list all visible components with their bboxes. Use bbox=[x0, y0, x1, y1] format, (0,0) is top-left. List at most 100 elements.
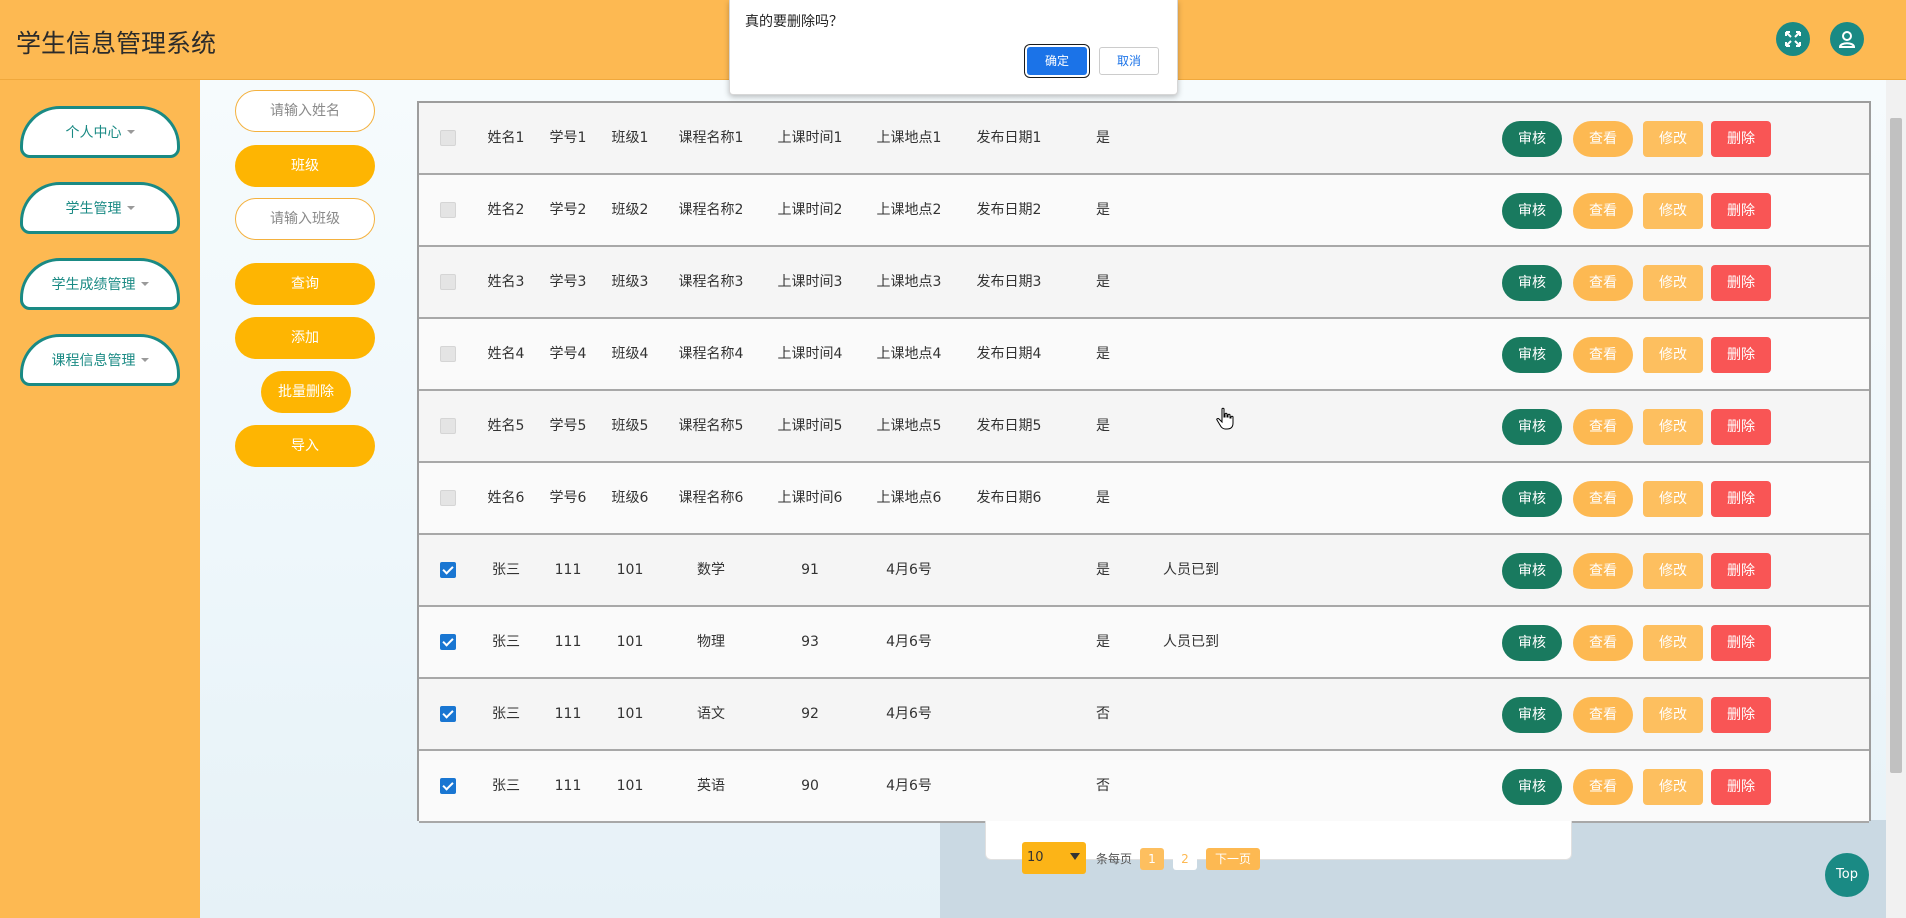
edit-button[interactable]: 修改 bbox=[1643, 625, 1703, 661]
cell-student-id: 学号5 bbox=[549, 418, 587, 434]
row-checkbox[interactable] bbox=[440, 490, 456, 506]
cell-place: 4月6号 bbox=[886, 562, 932, 578]
query-button[interactable]: 查询 bbox=[235, 263, 375, 305]
edit-button[interactable]: 修改 bbox=[1643, 409, 1703, 445]
view-button[interactable]: 查看 bbox=[1573, 121, 1633, 157]
view-button[interactable]: 查看 bbox=[1573, 337, 1633, 373]
sidebar-item-personal-center[interactable]: 个人中心 bbox=[20, 106, 180, 158]
edit-button[interactable]: 修改 bbox=[1643, 697, 1703, 733]
delete-button[interactable]: 删除 bbox=[1711, 337, 1771, 373]
review-button[interactable]: 审核 bbox=[1502, 409, 1562, 445]
cell-flag: 是 bbox=[1096, 490, 1110, 506]
class-search-input[interactable]: 请输入班级 bbox=[235, 198, 375, 240]
add-button[interactable]: 添加 bbox=[235, 317, 375, 359]
edit-button[interactable]: 修改 bbox=[1643, 769, 1703, 805]
row-checkbox[interactable] bbox=[440, 130, 456, 146]
cell-name: 张三 bbox=[492, 778, 520, 794]
page-2-button[interactable]: 2 bbox=[1173, 848, 1197, 870]
review-button[interactable]: 审核 bbox=[1502, 625, 1562, 661]
view-button[interactable]: 查看 bbox=[1573, 481, 1633, 517]
view-button[interactable]: 查看 bbox=[1573, 553, 1633, 589]
delete-button[interactable]: 删除 bbox=[1711, 481, 1771, 517]
edit-button[interactable]: 修改 bbox=[1643, 553, 1703, 589]
review-button[interactable]: 审核 bbox=[1502, 769, 1562, 805]
user-button[interactable] bbox=[1830, 22, 1864, 56]
cell-name: 张三 bbox=[492, 562, 520, 578]
caret-down-icon bbox=[126, 206, 135, 210]
view-button[interactable]: 查看 bbox=[1573, 409, 1633, 445]
batch-delete-button[interactable]: 批量删除 bbox=[261, 371, 351, 413]
cell-time: 上课时间3 bbox=[777, 274, 843, 290]
row-checkbox[interactable] bbox=[440, 562, 456, 578]
fullscreen-button[interactable] bbox=[1776, 22, 1810, 56]
edit-button[interactable]: 修改 bbox=[1643, 265, 1703, 301]
page-1-button[interactable]: 1 bbox=[1140, 848, 1164, 870]
delete-button[interactable]: 删除 bbox=[1711, 121, 1771, 157]
back-to-top-button[interactable]: Top bbox=[1825, 853, 1869, 897]
cell-place: 上课地点3 bbox=[876, 274, 942, 290]
edit-button[interactable]: 修改 bbox=[1643, 193, 1703, 229]
scrollbar-thumb[interactable] bbox=[1890, 118, 1902, 773]
review-button[interactable]: 审核 bbox=[1502, 193, 1562, 229]
view-button[interactable]: 查看 bbox=[1573, 697, 1633, 733]
cell-class: 班级1 bbox=[611, 130, 649, 146]
page-size-select[interactable]: 10 bbox=[1022, 842, 1086, 874]
dropdown-arrow-icon bbox=[1070, 853, 1080, 860]
view-button[interactable]: 查看 bbox=[1573, 625, 1633, 661]
confirm-button[interactable]: 确定 bbox=[1027, 47, 1087, 75]
sidebar-item-course-management[interactable]: 课程信息管理 bbox=[20, 334, 180, 386]
edit-button[interactable]: 修改 bbox=[1643, 337, 1703, 373]
cell-flag: 否 bbox=[1096, 778, 1110, 794]
delete-button[interactable]: 删除 bbox=[1711, 265, 1771, 301]
cell-course: 课程名称5 bbox=[678, 418, 744, 434]
name-search-input[interactable]: 请输入姓名 bbox=[235, 90, 375, 132]
cell-name: 张三 bbox=[492, 634, 520, 650]
cell-name: 姓名6 bbox=[487, 490, 525, 506]
cell-student-id: 学号4 bbox=[549, 346, 587, 362]
delete-button[interactable]: 删除 bbox=[1711, 697, 1771, 733]
review-button[interactable]: 审核 bbox=[1502, 265, 1562, 301]
row-checkbox[interactable] bbox=[440, 778, 456, 794]
delete-button[interactable]: 删除 bbox=[1711, 769, 1771, 805]
review-button[interactable]: 审核 bbox=[1502, 481, 1562, 517]
row-checkbox[interactable] bbox=[440, 418, 456, 434]
cell-class: 班级3 bbox=[611, 274, 649, 290]
sidebar-item-student-management[interactable]: 学生管理 bbox=[20, 182, 180, 234]
row-checkbox[interactable] bbox=[440, 274, 456, 290]
cell-place: 上课地点6 bbox=[876, 490, 942, 506]
view-button[interactable]: 查看 bbox=[1573, 265, 1633, 301]
row-checkbox[interactable] bbox=[440, 202, 456, 218]
cell-flag: 是 bbox=[1096, 202, 1110, 218]
view-button[interactable]: 查看 bbox=[1573, 769, 1633, 805]
review-button[interactable]: 审核 bbox=[1502, 697, 1562, 733]
review-button[interactable]: 审核 bbox=[1502, 337, 1562, 373]
row-checkbox[interactable] bbox=[440, 346, 456, 362]
cell-place: 上课地点4 bbox=[876, 346, 942, 362]
delete-button[interactable]: 删除 bbox=[1711, 409, 1771, 445]
class-label-button[interactable]: 班级 bbox=[235, 145, 375, 187]
delete-button[interactable]: 删除 bbox=[1711, 625, 1771, 661]
sidebar-item-score-management[interactable]: 学生成绩管理 bbox=[20, 258, 180, 310]
course-table: 姓名1 学号1 班级1 课程名称1 上课时间1 上课地点1 发布日期1 是审核 查看 修改 删除 姓名… bbox=[417, 101, 1871, 823]
delete-button[interactable]: 删除 bbox=[1711, 553, 1771, 589]
cancel-button[interactable]: 取消 bbox=[1099, 47, 1159, 75]
cell-time: 上课时间6 bbox=[777, 490, 843, 506]
cell-time: 上课时间1 bbox=[777, 130, 843, 146]
row-checkbox[interactable] bbox=[440, 634, 456, 650]
view-button[interactable]: 查看 bbox=[1573, 193, 1633, 229]
cell-class: 班级5 bbox=[611, 418, 649, 434]
review-button[interactable]: 审核 bbox=[1502, 121, 1562, 157]
cell-flag: 是 bbox=[1096, 274, 1110, 290]
edit-button[interactable]: 修改 bbox=[1643, 481, 1703, 517]
delete-button[interactable]: 删除 bbox=[1711, 193, 1771, 229]
next-page-button[interactable]: 下一页 bbox=[1206, 848, 1260, 870]
review-button[interactable]: 审核 bbox=[1502, 553, 1562, 589]
cell-student-id: 学号2 bbox=[549, 202, 587, 218]
row-checkbox[interactable] bbox=[440, 706, 456, 722]
import-button[interactable]: 导入 bbox=[235, 425, 375, 467]
table-row: 姓名5 学号5 班级5 课程名称5 上课时间5 上课地点5 发布日期5 是 审核 查看 修改 删除 bbox=[419, 391, 1869, 463]
cell-class: 101 bbox=[616, 706, 644, 722]
hand-cursor-icon bbox=[1216, 407, 1234, 430]
edit-button[interactable]: 修改 bbox=[1643, 121, 1703, 157]
cell-date: 发布日期6 bbox=[976, 490, 1042, 506]
